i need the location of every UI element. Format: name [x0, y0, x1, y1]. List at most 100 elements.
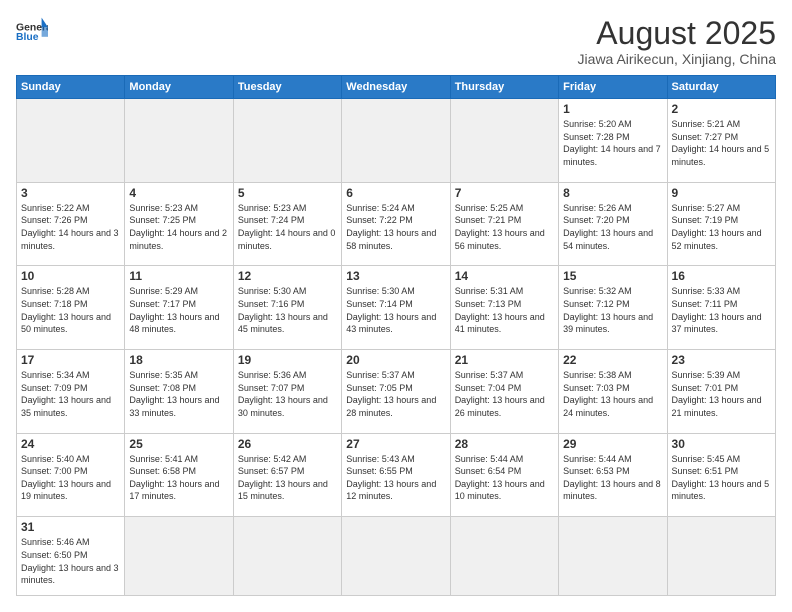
- day-info: Sunrise: 5:22 AM Sunset: 7:26 PM Dayligh…: [21, 202, 120, 252]
- day-number: 4: [129, 186, 228, 200]
- day-number: 3: [21, 186, 120, 200]
- day-number: 15: [563, 269, 662, 283]
- table-row: 28 Sunrise: 5:44 AM Sunset: 6:54 PM Dayli…: [450, 433, 558, 517]
- table-row: 3 Sunrise: 5:22 AM Sunset: 7:26 PM Daylig…: [17, 182, 125, 266]
- day-number: 23: [672, 353, 771, 367]
- table-row: 16 Sunrise: 5:33 AM Sunset: 7:11 PM Dayli…: [667, 266, 775, 350]
- day-info: Sunrise: 5:33 AM Sunset: 7:11 PM Dayligh…: [672, 285, 771, 335]
- table-row: 27Sunrise: 5:43 AM Sunset: 6:55 PM Dayli…: [342, 433, 450, 517]
- table-row: [450, 517, 558, 596]
- weekday-header-sunday: Sunday: [17, 76, 125, 99]
- day-info: Sunrise: 5:40 AM Sunset: 7:00 PM Dayligh…: [21, 453, 120, 503]
- day-info: Sunrise: 5:42 AM Sunset: 6:57 PM Dayligh…: [238, 453, 337, 503]
- calendar-title: August 2025: [578, 16, 776, 51]
- table-row: 26 Sunrise: 5:42 AM Sunset: 6:57 PM Dayli…: [233, 433, 341, 517]
- table-row: 22 Sunrise: 5:38 AM Sunset: 7:03 PM Dayli…: [559, 350, 667, 434]
- day-number: 1: [563, 102, 662, 116]
- day-info: Sunrise: 5:30 AM Sunset: 7:16 PM Dayligh…: [238, 285, 337, 335]
- table-row: 17Sunrise: 5:34 AM Sunset: 7:09 PM Dayli…: [17, 350, 125, 434]
- day-number: 5: [238, 186, 337, 200]
- day-info: Sunrise: 5:38 AM Sunset: 7:03 PM Dayligh…: [563, 369, 662, 419]
- calendar-table: SundayMondayTuesdayWednesdayThursdayFrid…: [16, 75, 776, 596]
- table-row: [667, 517, 775, 596]
- day-number: 12: [238, 269, 337, 283]
- day-number: 18: [129, 353, 228, 367]
- day-number: 11: [129, 269, 228, 283]
- table-row: [125, 517, 233, 596]
- day-number: 8: [563, 186, 662, 200]
- day-info: Sunrise: 5:20 AM Sunset: 7:28 PM Dayligh…: [563, 118, 662, 168]
- day-number: 7: [455, 186, 554, 200]
- day-number: 31: [21, 520, 120, 534]
- day-info: Sunrise: 5:45 AM Sunset: 6:51 PM Dayligh…: [672, 453, 771, 503]
- weekday-header-wednesday: Wednesday: [342, 76, 450, 99]
- day-info: Sunrise: 5:30 AM Sunset: 7:14 PM Dayligh…: [346, 285, 445, 335]
- title-block: August 2025 Jiawa Airikecun, Xinjiang, C…: [578, 16, 776, 67]
- day-info: Sunrise: 5:28 AM Sunset: 7:18 PM Dayligh…: [21, 285, 120, 335]
- day-number: 16: [672, 269, 771, 283]
- day-info: Sunrise: 5:21 AM Sunset: 7:27 PM Dayligh…: [672, 118, 771, 168]
- table-row: [125, 99, 233, 183]
- table-row: 25Sunrise: 5:41 AM Sunset: 6:58 PM Dayli…: [125, 433, 233, 517]
- table-row: [233, 99, 341, 183]
- table-row: 12 Sunrise: 5:30 AM Sunset: 7:16 PM Dayli…: [233, 266, 341, 350]
- day-info: Sunrise: 5:24 AM Sunset: 7:22 PM Dayligh…: [346, 202, 445, 252]
- day-info: Sunrise: 5:29 AM Sunset: 7:17 PM Dayligh…: [129, 285, 228, 335]
- table-row: 18Sunrise: 5:35 AM Sunset: 7:08 PM Dayli…: [125, 350, 233, 434]
- day-info: Sunrise: 5:44 AM Sunset: 6:53 PM Dayligh…: [563, 453, 662, 503]
- table-row: 7 Sunrise: 5:25 AM Sunset: 7:21 PM Daylig…: [450, 182, 558, 266]
- table-row: 5 Sunrise: 5:23 AM Sunset: 7:24 PM Daylig…: [233, 182, 341, 266]
- svg-text:Blue: Blue: [16, 32, 39, 43]
- day-number: 22: [563, 353, 662, 367]
- day-info: Sunrise: 5:39 AM Sunset: 7:01 PM Dayligh…: [672, 369, 771, 419]
- day-number: 9: [672, 186, 771, 200]
- day-number: 30: [672, 437, 771, 451]
- day-number: 14: [455, 269, 554, 283]
- day-number: 21: [455, 353, 554, 367]
- day-info: Sunrise: 5:31 AM Sunset: 7:13 PM Dayligh…: [455, 285, 554, 335]
- table-row: [342, 99, 450, 183]
- day-info: Sunrise: 5:23 AM Sunset: 7:24 PM Dayligh…: [238, 202, 337, 252]
- weekday-header-thursday: Thursday: [450, 76, 558, 99]
- day-number: 27: [346, 437, 445, 451]
- day-number: 26: [238, 437, 337, 451]
- table-row: 11 Sunrise: 5:29 AM Sunset: 7:17 PM Dayli…: [125, 266, 233, 350]
- page: General Blue August 2025 Jiawa Airikecun…: [0, 0, 792, 612]
- table-row: 14 Sunrise: 5:31 AM Sunset: 7:13 PM Dayli…: [450, 266, 558, 350]
- table-row: 31Sunrise: 5:46 AM Sunset: 6:50 PM Dayli…: [17, 517, 125, 596]
- day-number: 2: [672, 102, 771, 116]
- day-info: Sunrise: 5:44 AM Sunset: 6:54 PM Dayligh…: [455, 453, 554, 503]
- generalblue-icon: General Blue: [16, 16, 48, 44]
- day-info: Sunrise: 5:32 AM Sunset: 7:12 PM Dayligh…: [563, 285, 662, 335]
- table-row: [17, 99, 125, 183]
- table-row: 8 Sunrise: 5:26 AM Sunset: 7:20 PM Daylig…: [559, 182, 667, 266]
- table-row: 24 Sunrise: 5:40 AM Sunset: 7:00 PM Dayli…: [17, 433, 125, 517]
- day-info: Sunrise: 5:25 AM Sunset: 7:21 PM Dayligh…: [455, 202, 554, 252]
- day-info: Sunrise: 5:26 AM Sunset: 7:20 PM Dayligh…: [563, 202, 662, 252]
- day-info: Sunrise: 5:34 AM Sunset: 7:09 PM Dayligh…: [21, 369, 120, 419]
- day-info: Sunrise: 5:27 AM Sunset: 7:19 PM Dayligh…: [672, 202, 771, 252]
- calendar-subtitle: Jiawa Airikecun, Xinjiang, China: [578, 51, 776, 67]
- day-number: 28: [455, 437, 554, 451]
- day-info: Sunrise: 5:37 AM Sunset: 7:04 PM Dayligh…: [455, 369, 554, 419]
- table-row: [233, 517, 341, 596]
- table-row: [342, 517, 450, 596]
- table-row: 1 Sunrise: 5:20 AM Sunset: 7:28 PM Daylig…: [559, 99, 667, 183]
- table-row: 30 Sunrise: 5:45 AM Sunset: 6:51 PM Dayli…: [667, 433, 775, 517]
- weekday-header-monday: Monday: [125, 76, 233, 99]
- day-info: Sunrise: 5:41 AM Sunset: 6:58 PM Dayligh…: [129, 453, 228, 503]
- header: General Blue August 2025 Jiawa Airikecun…: [16, 16, 776, 67]
- table-row: 4 Sunrise: 5:23 AM Sunset: 7:25 PM Daylig…: [125, 182, 233, 266]
- day-number: 19: [238, 353, 337, 367]
- weekday-header-saturday: Saturday: [667, 76, 775, 99]
- day-number: 10: [21, 269, 120, 283]
- table-row: 13 Sunrise: 5:30 AM Sunset: 7:14 PM Dayli…: [342, 266, 450, 350]
- table-row: [450, 99, 558, 183]
- table-row: 21 Sunrise: 5:37 AM Sunset: 7:04 PM Dayli…: [450, 350, 558, 434]
- day-number: 24: [21, 437, 120, 451]
- table-row: 10 Sunrise: 5:28 AM Sunset: 7:18 PM Dayli…: [17, 266, 125, 350]
- day-info: Sunrise: 5:37 AM Sunset: 7:05 PM Dayligh…: [346, 369, 445, 419]
- table-row: 15 Sunrise: 5:32 AM Sunset: 7:12 PM Dayli…: [559, 266, 667, 350]
- day-number: 13: [346, 269, 445, 283]
- day-info: Sunrise: 5:23 AM Sunset: 7:25 PM Dayligh…: [129, 202, 228, 252]
